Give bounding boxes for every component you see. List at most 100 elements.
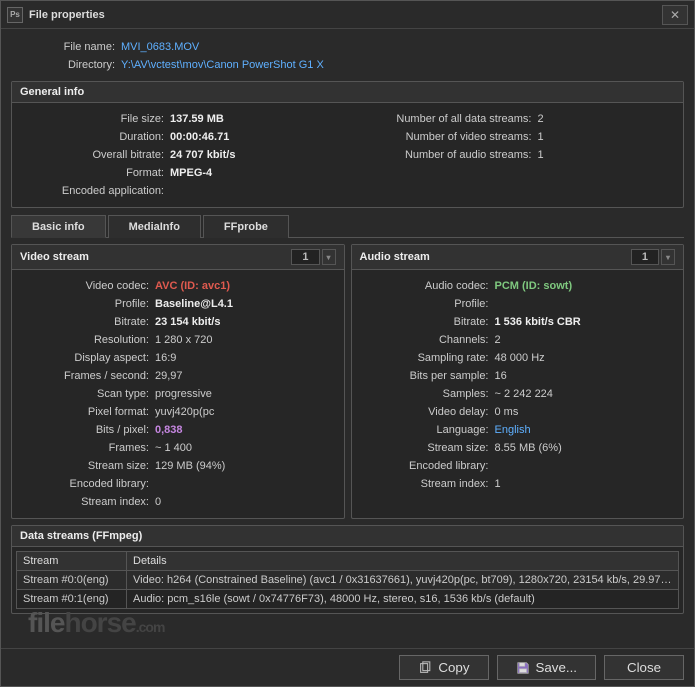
audio-stream-selector[interactable]: 1 ▾: [631, 249, 675, 265]
field-value: 24 707 kbit/s: [170, 147, 235, 163]
col-details[interactable]: Details: [127, 552, 679, 571]
directory-value[interactable]: Y:\AV\vctest\mov\Canon PowerShot G1 X: [121, 57, 324, 73]
field-label: Bitrate:: [20, 314, 155, 330]
field-value: 137.59 MB: [170, 111, 224, 127]
field-value: AVC (ID: avc1): [155, 278, 230, 294]
col-stream[interactable]: Stream: [17, 552, 127, 571]
field-value: ~ 1 400: [155, 440, 192, 456]
field-label: Video delay:: [360, 404, 495, 420]
field-value: 1 536 kbit/s CBR: [495, 314, 581, 330]
field-value: 23 154 kbit/s: [155, 314, 220, 330]
copy-button[interactable]: Copy: [399, 655, 488, 680]
field-label: Encoded library:: [360, 458, 495, 474]
save-button[interactable]: Save...: [497, 655, 597, 680]
field-label: Pixel format:: [20, 404, 155, 420]
field-value: yuvj420p(pc: [155, 404, 214, 420]
field-label: Bits / pixel:: [20, 422, 155, 438]
field-value: 0 ms: [495, 404, 519, 420]
general-info-title: General info: [12, 82, 683, 103]
field-value: 129 MB (94%): [155, 458, 225, 474]
field-label: Profile:: [360, 296, 495, 312]
field-value: 1: [495, 476, 501, 492]
field-label: Channels:: [360, 332, 495, 348]
field-label: Sampling rate:: [360, 350, 495, 366]
field-label: Stream index:: [20, 494, 155, 510]
save-icon: [516, 661, 530, 675]
app-icon: Ps: [7, 7, 23, 23]
directory-label: Directory:: [11, 57, 121, 73]
field-label: Overall bitrate:: [20, 147, 170, 163]
field-label: Format:: [20, 165, 170, 181]
field-label: Frames:: [20, 440, 155, 456]
field-value: PCM (ID: sowt): [495, 278, 573, 294]
tab-ffprobe[interactable]: FFprobe: [203, 215, 289, 238]
chevron-down-icon[interactable]: ▾: [661, 249, 675, 265]
general-info-group: General info File size:137.59 MBDuration…: [11, 81, 684, 208]
tab-mediainfo[interactable]: MediaInfo: [108, 215, 201, 238]
chevron-down-icon[interactable]: ▾: [322, 249, 336, 265]
field-label: Scan type:: [20, 386, 155, 402]
close-button[interactable]: Close: [604, 655, 684, 680]
table-row[interactable]: Stream #0:0(eng)Video: h264 (Constrained…: [17, 571, 679, 590]
field-label: Samples:: [360, 386, 495, 402]
field-label: Number of all data streams:: [348, 111, 538, 127]
field-value: 16: [495, 368, 507, 384]
stream-id: Stream #0:1(eng): [17, 590, 127, 609]
video-stream-number: 1: [291, 249, 319, 265]
field-value: English: [495, 422, 531, 438]
field-value: ~ 2 242 224: [495, 386, 553, 402]
field-label: Number of audio streams:: [348, 147, 538, 163]
field-label: Audio codec:: [360, 278, 495, 294]
field-label: Stream size:: [20, 458, 155, 474]
field-label: Profile:: [20, 296, 155, 312]
field-label: Bits per sample:: [360, 368, 495, 384]
field-label: Resolution:: [20, 332, 155, 348]
field-label: Number of video streams:: [348, 129, 538, 145]
field-value: 8.55 MB (6%): [495, 440, 562, 456]
video-stream-panel: Video stream 1 ▾ Video codec:AVC (ID: av…: [11, 244, 345, 519]
field-value: 0: [155, 494, 161, 510]
audio-stream-number: 1: [631, 249, 659, 265]
field-value: 1: [538, 147, 544, 163]
tabs: Basic info MediaInfo FFprobe: [11, 214, 684, 238]
field-label: Display aspect:: [20, 350, 155, 366]
footer: Copy Save... Close: [1, 648, 694, 686]
file-header: File name: MVI_0683.MOV Directory: Y:\AV…: [11, 37, 684, 75]
field-label: Stream index:: [360, 476, 495, 492]
field-value: 00:00:46.71: [170, 129, 229, 145]
field-value: progressive: [155, 386, 212, 402]
field-value: 16:9: [155, 350, 176, 366]
window-close-button[interactable]: ✕: [662, 5, 688, 25]
field-label: Frames / second:: [20, 368, 155, 384]
close-icon: ✕: [670, 8, 680, 22]
field-label: File size:: [20, 111, 170, 127]
copy-icon: [418, 661, 432, 675]
field-value: 0,838: [155, 422, 183, 438]
titlebar: Ps File properties ✕: [1, 1, 694, 29]
data-streams-group: Data streams (FFmpeg) Stream Details Str…: [11, 525, 684, 614]
field-label: Bitrate:: [360, 314, 495, 330]
video-stream-selector[interactable]: 1 ▾: [291, 249, 335, 265]
field-value: 1: [538, 129, 544, 145]
field-value: Baseline@L4.1: [155, 296, 233, 312]
field-label: Stream size:: [360, 440, 495, 456]
field-value: 2: [495, 332, 501, 348]
field-value: 29,97: [155, 368, 183, 384]
table-row[interactable]: Stream #0:1(eng)Audio: pcm_s16le (sowt /…: [17, 590, 679, 609]
file-name-value[interactable]: MVI_0683.MOV: [121, 39, 199, 55]
field-label: Language:: [360, 422, 495, 438]
data-streams-title: Data streams (FFmpeg): [12, 526, 683, 547]
field-value: 2: [538, 111, 544, 127]
audio-stream-panel: Audio stream 1 ▾ Audio codec:PCM (ID: so…: [351, 244, 685, 519]
table-header-row: Stream Details: [17, 552, 679, 571]
field-value: 1 280 x 720: [155, 332, 213, 348]
tab-basic-info[interactable]: Basic info: [11, 215, 106, 238]
field-label: Duration:: [20, 129, 170, 145]
stream-id: Stream #0:0(eng): [17, 571, 127, 590]
video-stream-title: Video stream: [20, 251, 89, 263]
data-streams-table: Stream Details Stream #0:0(eng)Video: h2…: [16, 551, 679, 609]
field-label: Encoded application:: [20, 183, 170, 199]
stream-details: Video: h264 (Constrained Baseline) (avc1…: [127, 571, 679, 590]
field-label: Encoded library:: [20, 476, 155, 492]
field-value: MPEG-4: [170, 165, 212, 181]
